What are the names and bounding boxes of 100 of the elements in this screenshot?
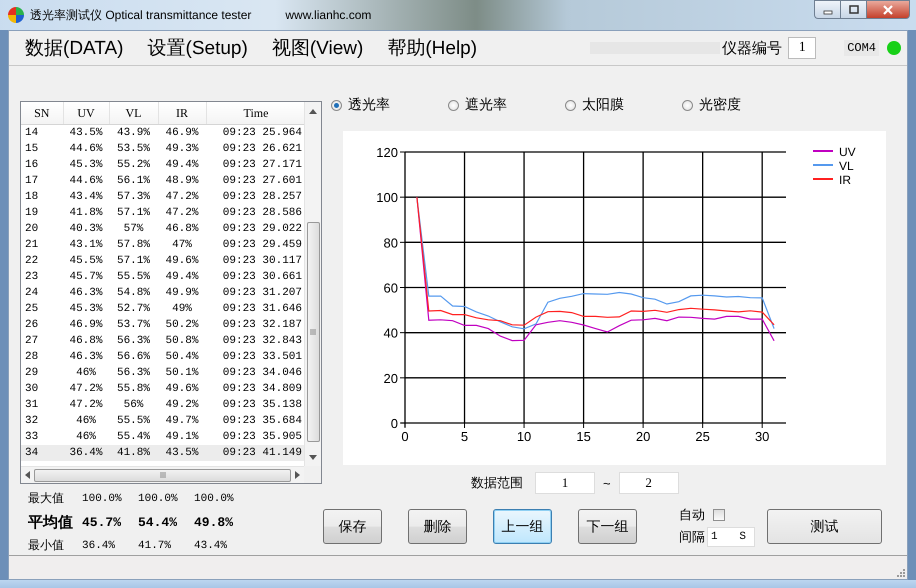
window-title: 透光率测试仪 Optical transmittance tester <box>30 6 252 24</box>
table-cell: 09:23 35.905 <box>206 429 304 445</box>
scroll-thumb[interactable] <box>34 468 291 482</box>
table-cell-text: 09:23 27.171 <box>222 158 303 173</box>
table-cell-text: 47.2% <box>164 190 200 205</box>
interval-field[interactable]: 1 S <box>707 527 755 547</box>
scroll-left-icon <box>25 471 30 479</box>
table-cell-text: 09:23 34.809 <box>222 382 303 397</box>
table-cell-text: 09:23 26.621 <box>222 142 303 157</box>
scroll-thumb[interactable] <box>306 222 320 442</box>
action-button[interactable]: 下一组 <box>578 509 637 544</box>
table-cell-text: 49.4% <box>164 158 200 173</box>
device-number-field[interactable]: 1 <box>788 37 816 59</box>
table-cell-text: 30 <box>24 382 40 397</box>
column-header[interactable]: Time <box>206 102 304 124</box>
radio-label[interactable]: 光密度 <box>699 96 741 114</box>
horizontal-scrollbar[interactable] <box>21 466 304 483</box>
table-cell-text: 26 <box>24 318 40 333</box>
table-cell-text: 55.5% <box>116 270 151 285</box>
table-cell: 55.4% <box>109 429 158 445</box>
table-cell-text: 50.8% <box>164 334 200 349</box>
table-cell-text: 28 <box>24 350 40 365</box>
table-cell-text: 41.8% <box>68 206 104 221</box>
table-cell-text: 20 <box>24 222 40 237</box>
table-cell-text: 49.6% <box>164 382 200 397</box>
grip-icon <box>160 472 166 478</box>
axis-tick-label: 80 <box>384 235 398 250</box>
table-cell-text: 09:23 33.501 <box>222 350 303 365</box>
column-header[interactable]: SN <box>21 102 63 124</box>
axis-tick-label: 40 <box>384 326 398 341</box>
table-cell: 09:23 41.149 <box>206 445 304 461</box>
stat-value: 100.0% <box>138 492 179 504</box>
radio-button[interactable] <box>448 100 459 110</box>
menu-item[interactable]: 设置(Setup) <box>140 35 256 61</box>
menu-item[interactable]: 帮助(Help) <box>379 35 486 61</box>
table-cell-text: 57.8% <box>116 238 151 253</box>
table-cell-text: 29 <box>24 366 40 381</box>
table-cell: 41.8% <box>109 445 158 461</box>
table-cell-text: 19 <box>24 206 40 221</box>
stat-value: 41.7% <box>138 540 172 552</box>
table-cell-text: 09:23 27.601 <box>222 174 303 189</box>
table-cell-text: 49.4% <box>164 270 200 285</box>
stat-value: 100.0% <box>194 492 235 504</box>
radio-label[interactable]: 透光率 <box>348 96 390 114</box>
axis-tick-label: 15 <box>576 429 591 444</box>
table-cell-text: 09:23 34.046 <box>222 366 303 381</box>
table-cell-text: 15 <box>24 142 40 157</box>
axis-tick-label: 60 <box>384 280 398 296</box>
table-cell-text: 56.3% <box>116 366 151 381</box>
table-cell: 33 <box>21 429 63 445</box>
scroll-down-icon <box>309 455 317 460</box>
table-cell: 14 <box>21 124 63 141</box>
table-cell: 49.1% <box>158 429 206 445</box>
table-cell-text: 46.8% <box>164 222 200 237</box>
table-cell-text: 55.5% <box>116 414 151 429</box>
column-header[interactable]: IR <box>158 102 206 124</box>
radio-button[interactable] <box>565 100 576 110</box>
table-cell-text: 56% <box>122 398 144 413</box>
table-cell-text: 50.2% <box>164 318 200 333</box>
maximize-button[interactable] <box>840 0 866 19</box>
table-cell-text: 17 <box>24 174 40 189</box>
radio-label[interactable]: 遮光率 <box>465 96 507 114</box>
close-button[interactable] <box>866 0 910 19</box>
table-cell-text: 46.8% <box>68 334 104 349</box>
radio-button[interactable] <box>682 100 693 110</box>
stat-value: 54.4% <box>138 514 178 530</box>
table-cell-text: 57.3% <box>116 190 151 205</box>
minimize-button[interactable] <box>814 0 840 19</box>
table-cell-text: 09:23 29.022 <box>222 222 303 237</box>
table-cell-text: 09:23 35.138 <box>222 398 303 413</box>
table-cell-text: 46.3% <box>68 350 104 365</box>
table-cell: 36.4% <box>63 445 109 461</box>
range-start-field[interactable]: 1 <box>535 472 595 494</box>
action-button[interactable]: 删除 <box>408 509 467 544</box>
action-button[interactable]: 保存 <box>323 509 382 544</box>
range-end-field[interactable]: 2 <box>618 472 679 494</box>
menu-item[interactable]: 数据(DATA) <box>17 35 132 61</box>
auto-checkbox[interactable] <box>713 509 725 521</box>
table-cell-text: 49.9% <box>164 286 200 301</box>
column-header[interactable]: VL <box>109 102 158 124</box>
stat-label: 平均值 <box>27 512 74 533</box>
menu-item[interactable]: 视图(View) <box>264 35 372 61</box>
action-button[interactable]: 上一组 <box>493 509 552 544</box>
table-cell-text: 21 <box>24 238 40 253</box>
axis-tick-label: 0 <box>390 416 398 431</box>
table-cell-text: 53.5% <box>116 142 151 157</box>
stat-value: 45.7% <box>82 514 122 530</box>
radio-button[interactable] <box>331 100 342 110</box>
radio-label[interactable]: 太阳膜 <box>582 96 624 114</box>
table-cell-text: 53.7% <box>116 318 151 333</box>
table-cell-text: 55.8% <box>116 382 151 397</box>
stat-value: 43.4% <box>194 540 228 552</box>
axis-tick-label: 20 <box>636 429 650 444</box>
table-cell-text: 49.6% <box>164 254 200 269</box>
test-button[interactable]: 测试 <box>767 509 882 544</box>
table-cell-text: 50.4% <box>164 350 200 365</box>
table-cell-text: 56.1% <box>116 174 151 189</box>
column-header[interactable]: UV <box>63 102 109 124</box>
vertical-scrollbar[interactable] <box>304 102 321 466</box>
table-cell-text: 09:23 31.207 <box>222 286 303 301</box>
